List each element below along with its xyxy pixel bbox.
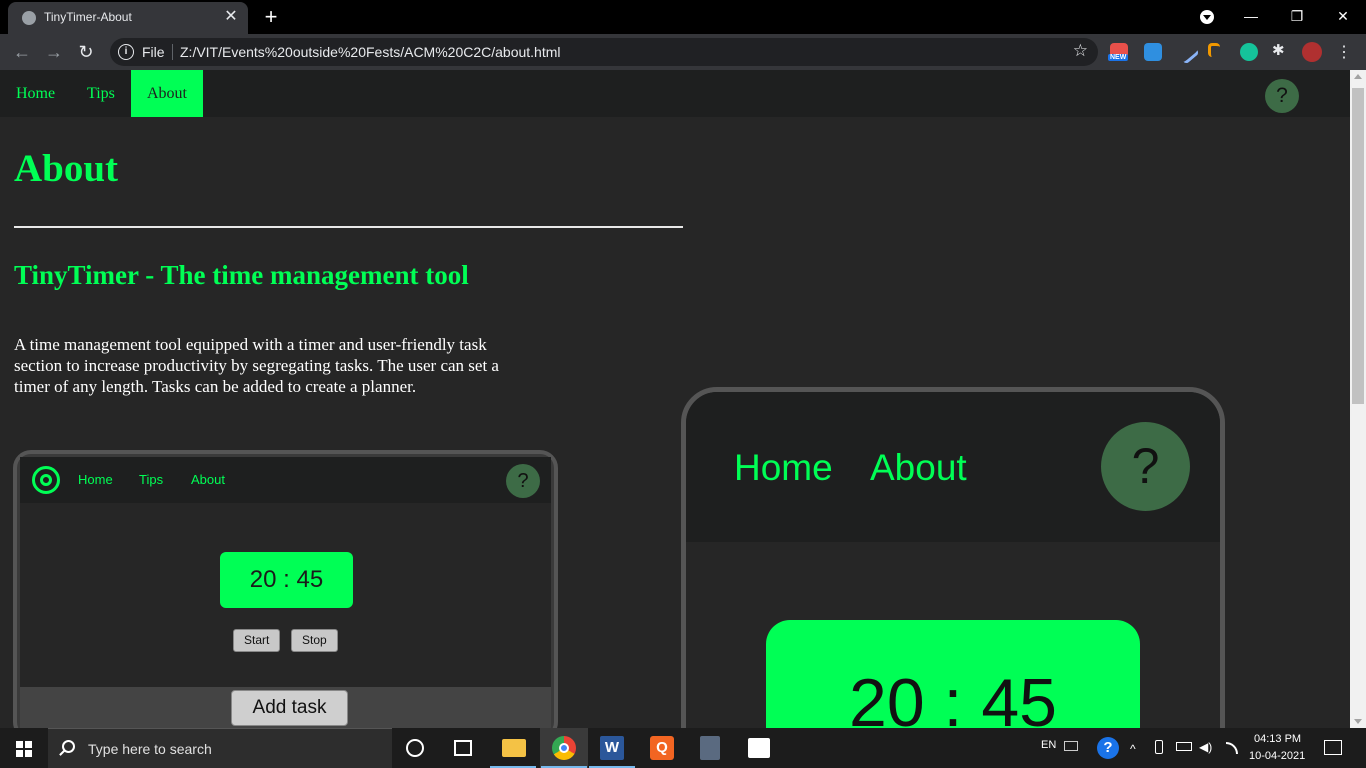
info-icon[interactable]: i — [118, 44, 134, 60]
address-separator — [172, 44, 173, 60]
windows-logo-icon — [16, 741, 23, 748]
scroll-thumb[interactable] — [1352, 88, 1364, 404]
nav-tips[interactable]: Tips — [71, 70, 131, 117]
file-label: File — [142, 44, 165, 60]
phone-nav-about: About — [870, 447, 967, 488]
windows-start-button[interactable] — [0, 728, 48, 768]
site-navbar: Home Tips About ? — [0, 70, 1350, 117]
reload-icon[interactable]: ↻ — [74, 40, 98, 64]
usb-icon[interactable] — [1155, 740, 1163, 754]
extension-orange-icon[interactable] — [1208, 43, 1220, 57]
file-explorer-icon[interactable] — [502, 739, 526, 757]
tab-title: TinyTimer-About — [44, 10, 132, 24]
scroll-down-arrow-icon[interactable] — [1354, 719, 1362, 724]
extension-new-badge: NEW — [1108, 54, 1129, 61]
keyboard-icon[interactable] — [1064, 741, 1078, 751]
url-text[interactable]: Z:/VIT/Events%20outside%20Fests/ACM%20C2… — [180, 44, 561, 60]
task-view-icon[interactable] — [454, 740, 472, 756]
page-title: About — [14, 147, 119, 190]
laptop-preview-image: Home Tips About ? 20 : 45 Start Stop Add… — [13, 450, 558, 728]
laptop-help-icon: ? — [506, 464, 540, 498]
tab-close-icon[interactable]: ✕ — [222, 8, 240, 26]
tab-search-icon[interactable] — [1200, 10, 1214, 24]
laptop-navbar: Home Tips About ? — [20, 457, 551, 503]
extensions-puzzle-icon[interactable]: ✱ — [1272, 41, 1290, 59]
laptop-nav-home: Home — [78, 472, 113, 487]
laptop-stop-button: Stop — [291, 629, 338, 652]
back-arrow-icon[interactable]: ← — [10, 40, 34, 64]
phone-preview-image: Home About ? 20 : 45 — [681, 387, 1225, 728]
grammarly-icon[interactable] — [1240, 43, 1258, 61]
globe-icon — [22, 11, 36, 25]
extension-pen-icon[interactable] — [1174, 39, 1200, 65]
battery-icon[interactable] — [1176, 742, 1192, 751]
search-placeholder: Type here to search — [88, 741, 212, 757]
new-tab-button[interactable]: + — [258, 4, 284, 30]
scroll-up-arrow-icon[interactable] — [1354, 74, 1362, 79]
notification-icon[interactable] — [1324, 740, 1342, 755]
phone-timer-display: 20 : 45 — [766, 620, 1140, 728]
browser-toolbar: ← → ↻ i File Z:/VIT/Events%20outside%20F… — [0, 34, 1366, 70]
forward-arrow-icon[interactable]: → — [42, 40, 66, 64]
language-indicator[interactable]: EN — [1041, 739, 1056, 751]
phone-nav-home: Home — [734, 447, 833, 488]
laptop-nav-tips: Tips — [139, 472, 164, 487]
store-icon[interactable] — [748, 738, 770, 758]
profile-avatar[interactable] — [1302, 42, 1322, 62]
chevron-up-icon[interactable]: ^ — [1130, 742, 1136, 756]
phone-help-icon: ? — [1101, 422, 1190, 511]
laptop-timer-display: 20 : 45 — [220, 552, 353, 608]
clock-time[interactable]: 04:13 PM — [1254, 733, 1301, 745]
browser-menu-icon[interactable]: ⋮ — [1336, 42, 1352, 62]
laptop-add-task-button: Add task — [231, 690, 348, 726]
browser-tab[interactable]: TinyTimer-About ✕ — [8, 2, 248, 34]
search-icon — [62, 740, 75, 753]
laptop-task-section: Add task — [20, 687, 551, 728]
clock-date[interactable]: 10-04-2021 — [1249, 750, 1305, 762]
word-icon[interactable]: W — [600, 736, 624, 760]
laptop-start-button: Start — [233, 629, 281, 652]
chrome-taskbar-active[interactable] — [540, 728, 588, 768]
cortana-icon[interactable] — [406, 739, 424, 757]
laptop-nav-about: About — [191, 472, 225, 487]
page-scrollbar[interactable] — [1350, 70, 1366, 728]
taskbar-search[interactable]: Type here to search — [48, 728, 392, 768]
nav-about[interactable]: About — [131, 70, 203, 117]
tinytimer-logo-icon — [32, 466, 60, 494]
maximize-button[interactable]: ❐ — [1274, 4, 1320, 28]
help-tray-icon[interactable]: ? — [1097, 737, 1119, 759]
calculator-icon[interactable] — [700, 736, 720, 760]
close-window-button[interactable]: ✕ — [1320, 4, 1366, 28]
windows-taskbar: Type here to search W Q EN ? ^ ◀) 04:13 … — [0, 728, 1366, 768]
laptop-screen: Home Tips About ? 20 : 45 Start Stop — [20, 457, 551, 687]
page-subtitle: TinyTimer - The time management tool — [14, 260, 469, 290]
divider — [14, 226, 683, 228]
nav-home[interactable]: Home — [0, 70, 71, 117]
help-button[interactable]: ? — [1265, 79, 1299, 113]
q-app-icon[interactable]: Q — [650, 736, 674, 760]
wifi-icon[interactable] — [1226, 742, 1238, 754]
minimize-button[interactable]: — — [1228, 4, 1274, 28]
browser-titlebar: TinyTimer-About ✕ + — ❐ ✕ — [0, 0, 1366, 34]
volume-icon[interactable]: ◀) — [1199, 740, 1212, 754]
page-viewport: Home Tips About ? About TinyTimer - The … — [0, 70, 1350, 728]
extension-blue-icon[interactable] — [1144, 43, 1162, 61]
description-text: A time management tool equipped with a t… — [14, 335, 499, 396]
phone-navbar: Home About ? — [686, 392, 1220, 542]
bookmark-star-icon[interactable]: ☆ — [1073, 41, 1088, 61]
address-bar[interactable]: i File Z:/VIT/Events%20outside%20Fests/A… — [110, 38, 1098, 66]
